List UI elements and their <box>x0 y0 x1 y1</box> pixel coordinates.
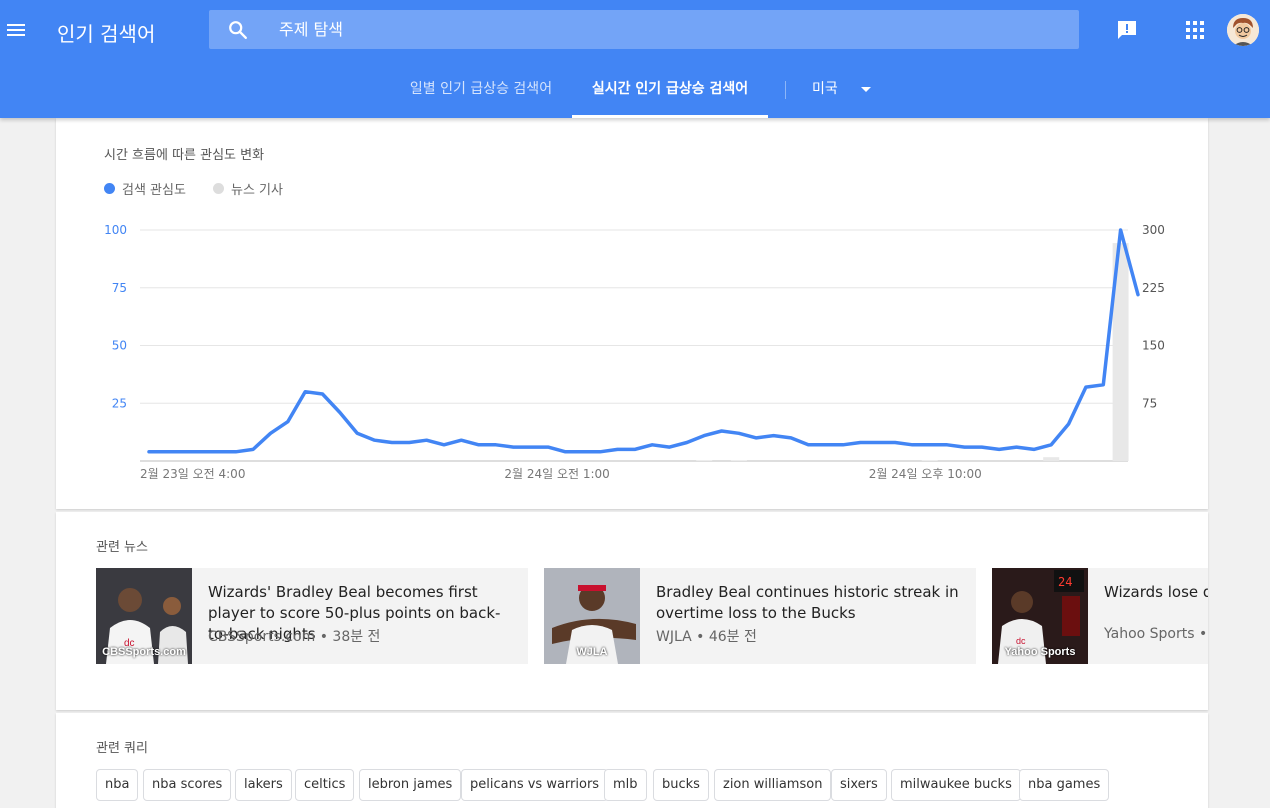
avatar[interactable] <box>1227 14 1259 46</box>
chevron-down-icon[interactable] <box>861 87 871 92</box>
related-queries-title: 관련 쿼리 <box>96 741 148 756</box>
query-chip[interactable]: lakers <box>235 769 292 801</box>
y-right-tick-label: 300 <box>1142 223 1165 237</box>
y-left-tick-label: 25 <box>112 396 127 410</box>
news-meta: Yahoo Sports • 3 <box>1104 626 1208 642</box>
query-chip[interactable]: nba <box>96 769 139 801</box>
news-bar <box>1043 457 1060 461</box>
x-tick-label: 2월 24일 오후 10:00 <box>869 467 982 481</box>
search-icon[interactable] <box>227 19 249 41</box>
news-item[interactable]: dc CBSSports.com Wizards' Bradley Beal b… <box>96 568 528 664</box>
news-meta: CBSSports.com • 38분 전 <box>208 629 381 645</box>
search-box[interactable] <box>209 10 1079 49</box>
search-interest-line <box>147 228 1140 454</box>
related-news-title: 관련 뉴스 <box>96 540 148 555</box>
news-item[interactable]: WJLA Bradley Beal continues historic str… <box>544 568 976 664</box>
news-item[interactable]: 24 dc Yahoo Sports Wizards lose despite … <box>992 568 1208 664</box>
y-right-tick-label: 75 <box>1142 396 1157 410</box>
news-bar <box>696 460 713 461</box>
query-chip[interactable]: zion williamson <box>714 769 832 801</box>
tab-daily-trends[interactable]: 일별 인기 급상승 검색어 <box>396 62 566 118</box>
svg-text:24: 24 <box>1058 575 1072 589</box>
country-select[interactable]: 미국 <box>812 62 838 118</box>
interest-line-chart[interactable]: 100 75 50 25 300 225 150 75 2월 23일 오전 4:00 2월 24일… <box>56 118 1208 509</box>
apps-grid-icon[interactable] <box>1185 20 1205 40</box>
x-tick-label: 2월 24일 오전 1:00 <box>504 467 609 481</box>
news-bar <box>730 460 747 461</box>
news-thumb-source: Yahoo Sports <box>1004 646 1076 658</box>
svg-text:dc: dc <box>1016 636 1026 646</box>
y-left-tick-label: 100 <box>104 223 127 237</box>
tab-divider <box>785 81 786 99</box>
news-thumb-source: CBSSports.com <box>102 646 186 658</box>
news-meta: WJLA • 46분 전 <box>656 629 757 645</box>
query-chip[interactable]: nba scores <box>143 769 232 801</box>
feedback-icon[interactable] <box>1116 19 1138 41</box>
query-chip[interactable]: pelicans vs warriors <box>461 769 609 801</box>
tab-bar: 일별 인기 급상승 검색어 실시간 인기 급상승 검색어 미국 <box>0 62 1270 118</box>
app-title[interactable]: 인기 검색어 <box>57 18 155 47</box>
query-chip[interactable]: nba games <box>1019 769 1110 801</box>
news-title[interactable]: Wizards lose despite Bradley Beal fore <box>1104 582 1208 603</box>
y-left-tick-label: 75 <box>112 281 127 295</box>
tab-realtime-trends[interactable]: 실시간 인기 급상승 검색어 <box>572 62 768 118</box>
app-bar: 인기 검색어 일별 인기 급상승 검색어 실시간 인기 급상승 검색어 <box>0 0 1270 118</box>
avatar-image <box>1227 14 1259 46</box>
y-right-tick-label: 150 <box>1142 339 1165 353</box>
query-chip[interactable]: bucks <box>653 769 709 801</box>
query-chip[interactable]: sixers <box>831 769 887 801</box>
y-right-tick-label: 225 <box>1142 281 1165 295</box>
menu-icon[interactable] <box>7 20 27 40</box>
news-thumb-source: WJLA <box>576 646 608 658</box>
interest-over-time-card: 시간 흐름에 따른 관심도 변화 검색 관심도 뉴스 기사 100 75 50 25 3… <box>56 118 1208 509</box>
query-chip[interactable]: mlb <box>604 769 647 801</box>
search-input[interactable] <box>279 10 1059 49</box>
x-tick-label: 2월 23일 오전 4:00 <box>140 467 245 481</box>
news-thumbnail: WJLA <box>544 568 640 664</box>
query-chip[interactable]: milwaukee bucks <box>891 769 1021 801</box>
news-title[interactable]: Bradley Beal continues historic streak i… <box>656 582 966 624</box>
related-queries-card: 관련 쿼리 nba nba scores lakers celtics lebr… <box>56 713 1208 808</box>
news-thumbnail: 24 dc Yahoo Sports <box>992 568 1088 664</box>
query-chip[interactable]: celtics <box>295 769 355 801</box>
news-bar <box>921 460 938 461</box>
y-left-tick-label: 50 <box>112 339 127 353</box>
related-news-card: 관련 뉴스 dc CBSSports.com Wizards' Bradley … <box>56 512 1208 710</box>
query-chip[interactable]: lebron james <box>359 769 462 801</box>
news-thumbnail: dc CBSSports.com <box>96 568 192 664</box>
